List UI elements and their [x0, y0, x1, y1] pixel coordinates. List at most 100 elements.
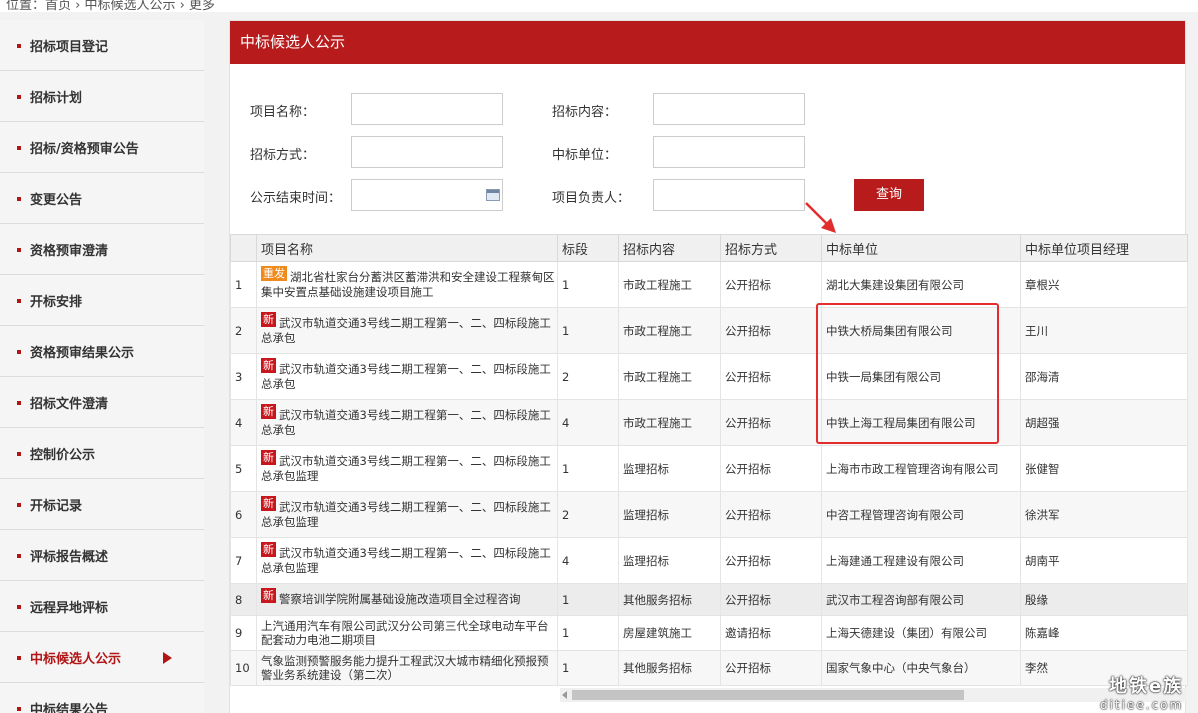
bid-method-input[interactable] — [351, 136, 503, 168]
new-badge: 新 — [261, 312, 276, 327]
table-row[interactable]: 10 气象监测预警服务能力提升工程武汉大城市精细化预报预警业务系统建设（第二次）… — [230, 650, 1188, 686]
col-project-name-header: 项目名称 — [256, 234, 558, 262]
content-cell: 监理招标 — [618, 445, 721, 492]
page-root: 位置：首页 › 中标候选人公示 › 更多 招标项目登记 招标计划 招标/资格预审… — [0, 0, 1198, 713]
content-cell: 其他服务招标 — [618, 583, 721, 616]
winner-cell: 湖北大集建设集团有限公司 — [821, 261, 1021, 308]
col-index-header — [230, 234, 257, 262]
sidebar-item-prequal-result[interactable]: 资格预审结果公示 — [0, 326, 204, 377]
project-name-link[interactable]: 武汉市轨道交通3号线二期工程第一、二、四标段施工总承包监理 — [261, 500, 551, 529]
new-badge: 新 — [261, 450, 276, 465]
row-index: 2 — [230, 307, 257, 354]
table-row[interactable]: 2 新武汉市轨道交通3号线二期工程第一、二、四标段施工总承包 1 市政工程施工 … — [230, 307, 1188, 354]
project-name-cell[interactable]: 上汽通用汽车有限公司武汉分公司第三代全球电动车平台配套动力电池二期项目 — [256, 615, 558, 651]
table-header-row: 项目名称 标段 招标内容 招标方式 中标单位 中标单位项目经理 — [230, 234, 1188, 262]
project-name-cell[interactable]: 新警察培训学院附属基础设施改造项目全过程咨询 — [256, 583, 558, 616]
sidebar-item-label: 资格预审澄清 — [30, 243, 109, 259]
project-name-link[interactable]: 武汉市轨道交通3号线二期工程第一、二、四标段施工总承包 — [261, 316, 551, 345]
section-cell: 1 — [557, 445, 619, 492]
breadcrumb-text: 位置：首页 › 中标候选人公示 › 更多 — [6, 0, 215, 12]
sidebar-item-bid-announcement[interactable]: 招标/资格预审公告 — [0, 122, 204, 173]
bullet-icon — [17, 95, 21, 99]
sidebar-item-eval-report[interactable]: 评标报告概述 — [0, 530, 204, 581]
table-row[interactable]: 1 重发 湖北省杜家台分蓄洪区蓄滞洪和安全建设工程蔡甸区集中安置点基础设施建设项目… — [230, 261, 1188, 308]
section-cell: 1 — [557, 307, 619, 354]
project-name-link[interactable]: 武汉市轨道交通3号线二期工程第一、二、四标段施工总承包 — [261, 408, 551, 437]
sidebar-item-label: 招标计划 — [30, 90, 83, 106]
sidebar-item-label: 招标文件澄清 — [30, 396, 109, 412]
sidebar-item-prequal-clarify[interactable]: 资格预审澄清 — [0, 224, 204, 275]
method-cell: 公开招标 — [720, 399, 822, 446]
project-name-input[interactable] — [351, 93, 503, 125]
active-arrow-icon — [163, 652, 172, 664]
project-name-link[interactable]: 武汉市轨道交通3号线二期工程第一、二、四标段施工总承包 — [261, 362, 551, 391]
bid-content-input[interactable] — [653, 93, 805, 125]
content-cell: 市政工程施工 — [618, 399, 721, 446]
project-name-link[interactable]: 上汽通用汽车有限公司武汉分公司第三代全球电动车平台配套动力电池二期项目 — [261, 619, 549, 647]
row-index: 1 — [230, 261, 257, 308]
sidebar-item-remote-eval[interactable]: 远程异地评标 — [0, 581, 204, 632]
winner-cell: 国家气象中心（中央气象台） — [821, 650, 1021, 686]
col-manager-header: 中标单位项目经理 — [1020, 234, 1188, 262]
scrollbar-thumb[interactable] — [572, 690, 964, 700]
bullet-icon — [17, 452, 21, 456]
calendar-icon[interactable] — [486, 189, 500, 201]
project-name-link[interactable]: 武汉市轨道交通3号线二期工程第一、二、四标段施工总承包监理 — [261, 546, 551, 575]
content-cell: 其他服务招标 — [618, 650, 721, 686]
sidebar-item-bid-plan[interactable]: 招标计划 — [0, 71, 204, 122]
project-name-cell[interactable]: 气象监测预警服务能力提升工程武汉大城市精细化预报预警业务系统建设（第二次） — [256, 650, 558, 686]
manager-cell: 陈嘉峰 — [1020, 615, 1188, 651]
project-name-link[interactable]: 气象监测预警服务能力提升工程武汉大城市精细化预报预警业务系统建设（第二次） — [261, 654, 549, 682]
new-badge: 新 — [261, 496, 276, 511]
table-row[interactable]: 5 新武汉市轨道交通3号线二期工程第一、二、四标段施工总承包监理 1 监理招标 … — [230, 445, 1188, 492]
query-button[interactable]: 查询 — [854, 179, 924, 211]
scroll-left-arrow-icon[interactable] — [562, 691, 567, 699]
sidebar-item-label: 招标/资格预审公告 — [30, 141, 139, 157]
sidebar-item-control-price[interactable]: 控制价公示 — [0, 428, 204, 479]
sidebar-item-change-notice[interactable]: 变更公告 — [0, 173, 204, 224]
project-name-cell[interactable]: 新武汉市轨道交通3号线二期工程第一、二、四标段施工总承包 — [256, 399, 558, 446]
project-name-cell[interactable]: 新武汉市轨道交通3号线二期工程第一、二、四标段施工总承包监理 — [256, 445, 558, 492]
project-name-link[interactable]: 武汉市轨道交通3号线二期工程第一、二、四标段施工总承包监理 — [261, 454, 551, 483]
sidebar-item-label: 中标结果公告 — [30, 702, 109, 713]
sidebar-item-winning-result[interactable]: 中标结果公告 — [0, 683, 204, 713]
bullet-icon — [17, 197, 21, 201]
bullet-icon — [17, 554, 21, 558]
winner-cell: 上海市市政工程管理咨询有限公司 — [821, 445, 1021, 492]
table-row[interactable]: 4 新武汉市轨道交通3号线二期工程第一、二、四标段施工总承包 4 市政工程施工 … — [230, 399, 1188, 446]
manager-cell: 徐洪军 — [1020, 491, 1188, 538]
table-row[interactable]: 9 上汽通用汽车有限公司武汉分公司第三代全球电动车平台配套动力电池二期项目 1 … — [230, 615, 1188, 651]
project-name-label: 项目名称： — [250, 105, 316, 120]
new-badge: 新 — [261, 588, 276, 603]
project-name-link[interactable]: 湖北省杜家台分蓄洪区蓄滞洪和安全建设工程蔡甸区集中安置点基础设施建设项目施工 — [261, 270, 555, 299]
sidebar-item-label: 资格预审结果公示 — [30, 345, 135, 361]
table-row[interactable]: 6 新武汉市轨道交通3号线二期工程第一、二、四标段施工总承包监理 2 监理招标 … — [230, 491, 1188, 538]
table-row[interactable]: 3 新武汉市轨道交通3号线二期工程第一、二、四标段施工总承包 2 市政工程施工 … — [230, 353, 1188, 400]
section-cell: 1 — [557, 650, 619, 686]
annotation-arrow-icon — [805, 202, 836, 233]
col-winner-header: 中标单位 — [821, 234, 1021, 262]
project-name-cell[interactable]: 新武汉市轨道交通3号线二期工程第一、二、四标段施工总承包 — [256, 307, 558, 354]
row-index: 8 — [230, 583, 257, 616]
table-row[interactable]: 7 新武汉市轨道交通3号线二期工程第一、二、四标段施工总承包监理 4 监理招标 … — [230, 537, 1188, 584]
end-time-input[interactable] — [351, 179, 503, 211]
method-cell: 公开招标 — [720, 537, 822, 584]
table-row[interactable]: 8 新警察培训学院附属基础设施改造项目全过程咨询 1 其他服务招标 公开招标 武… — [230, 583, 1188, 616]
project-name-link[interactable]: 警察培训学院附属基础设施改造项目全过程咨询 — [279, 592, 521, 606]
horizontal-scrollbar[interactable] — [560, 688, 1187, 702]
section-cell: 1 — [557, 261, 619, 308]
manager-input[interactable] — [653, 179, 805, 211]
sidebar-item-bid-registration[interactable]: 招标项目登记 — [0, 20, 204, 71]
winner-input[interactable] — [653, 136, 805, 168]
project-name-cell[interactable]: 重发 湖北省杜家台分蓄洪区蓄滞洪和安全建设工程蔡甸区集中安置点基础设施建设项目施工 — [256, 261, 558, 308]
sidebar-item-opening-schedule[interactable]: 开标安排 — [0, 275, 204, 326]
project-name-cell[interactable]: 新武汉市轨道交通3号线二期工程第一、二、四标段施工总承包 — [256, 353, 558, 400]
project-name-cell[interactable]: 新武汉市轨道交通3号线二期工程第一、二、四标段施工总承包监理 — [256, 537, 558, 584]
new-badge: 新 — [261, 404, 276, 419]
sidebar-item-doc-clarify[interactable]: 招标文件澄清 — [0, 377, 204, 428]
content-cell: 监理招标 — [618, 491, 721, 538]
sidebar-item-opening-record[interactable]: 开标记录 — [0, 479, 204, 530]
sidebar-item-winning-candidates[interactable]: 中标候选人公示 — [0, 632, 204, 683]
project-name-cell[interactable]: 新武汉市轨道交通3号线二期工程第一、二、四标段施工总承包监理 — [256, 491, 558, 538]
method-cell: 公开招标 — [720, 307, 822, 354]
